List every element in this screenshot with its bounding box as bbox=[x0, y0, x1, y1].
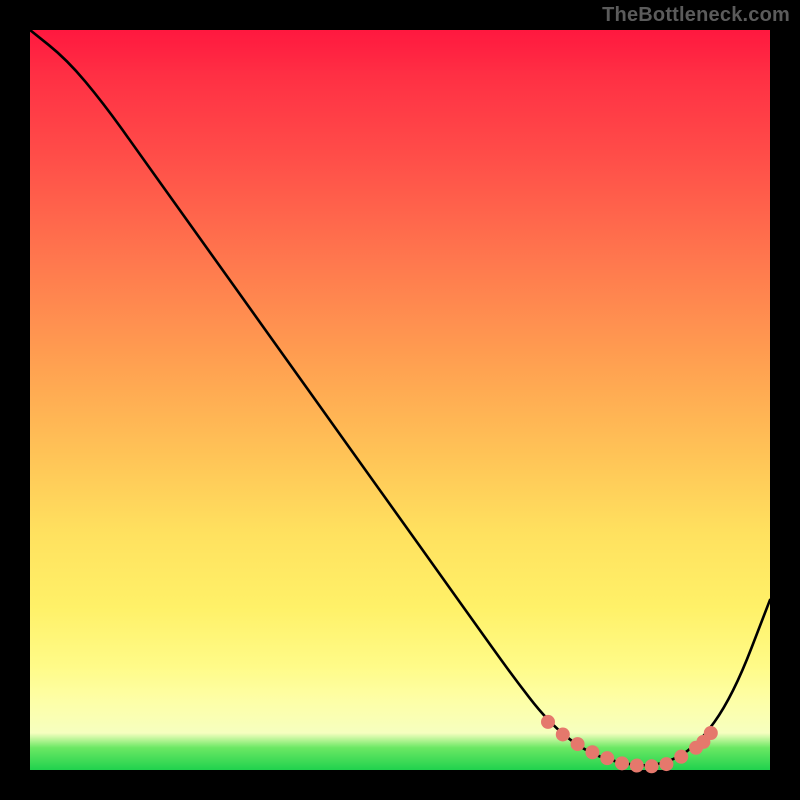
watermark-text: TheBottleneck.com bbox=[602, 4, 790, 27]
plot-area bbox=[30, 30, 770, 770]
marker-dot bbox=[659, 757, 673, 771]
marker-dot bbox=[630, 759, 644, 773]
marker-dot bbox=[571, 737, 585, 751]
marker-dot bbox=[615, 756, 629, 770]
marker-dot bbox=[585, 745, 599, 759]
marker-dot bbox=[674, 750, 688, 764]
marker-dot bbox=[600, 751, 614, 765]
curve-line bbox=[30, 30, 770, 765]
marker-dot bbox=[645, 759, 659, 773]
chart-container: TheBottleneck.com bbox=[0, 0, 800, 800]
marker-dot bbox=[704, 726, 718, 740]
marker-dot bbox=[541, 715, 555, 729]
chart-svg bbox=[30, 30, 770, 770]
marker-dot bbox=[556, 727, 570, 741]
